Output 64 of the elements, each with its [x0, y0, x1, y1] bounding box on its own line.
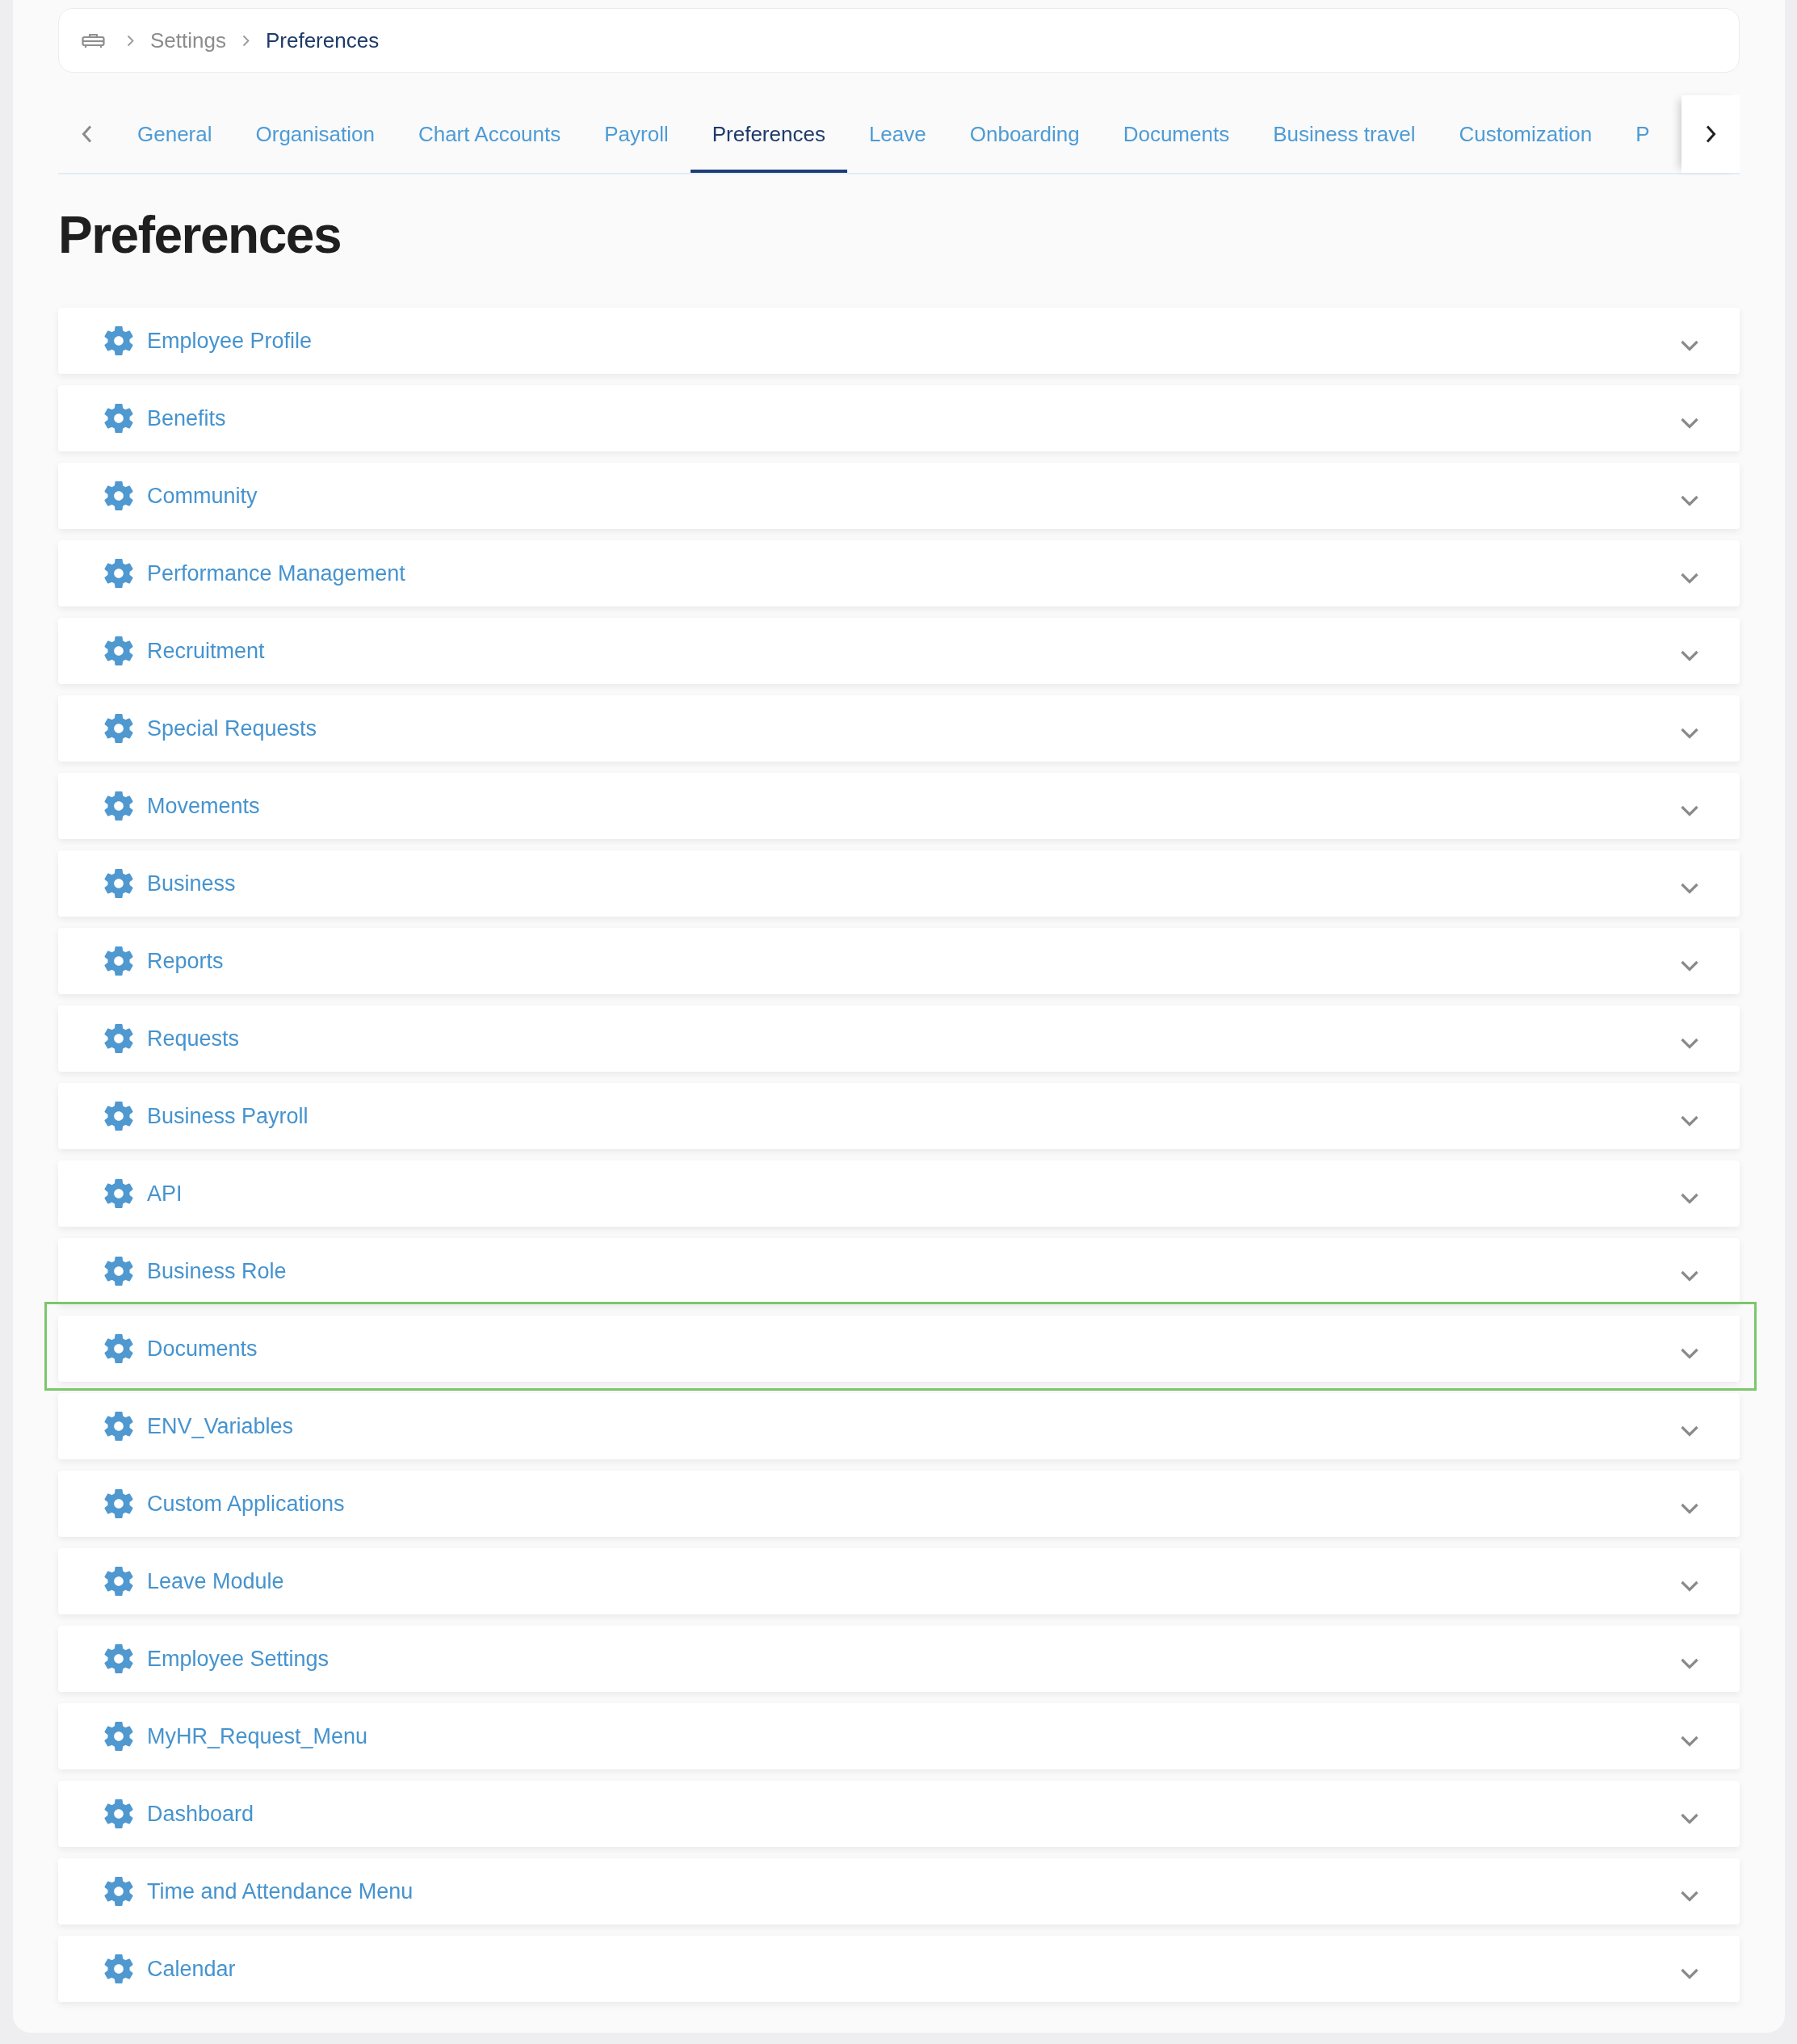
gear-icon	[104, 403, 133, 434]
gear-icon	[104, 713, 133, 744]
gear-icon	[104, 1488, 133, 1519]
gear-icon	[104, 1876, 133, 1907]
section-header[interactable]: Requests	[58, 1005, 1740, 1072]
gear-icon	[104, 868, 133, 899]
section-header[interactable]: Community	[58, 463, 1740, 529]
section-header[interactable]: Employee Profile	[58, 308, 1740, 374]
section-header[interactable]: Performance Management	[58, 540, 1740, 606]
section-header[interactable]: Employee Settings	[58, 1626, 1740, 1692]
section-header[interactable]: Custom Applications	[58, 1471, 1740, 1537]
tab[interactable]: Preferences	[690, 95, 847, 173]
gear-icon	[104, 1256, 133, 1286]
tab[interactable]: Organisation	[233, 95, 397, 173]
section-header[interactable]: Special Requests	[58, 695, 1740, 762]
section-header[interactable]: Calendar	[58, 1936, 1740, 2002]
section-header[interactable]: Time and Attendance Menu	[58, 1858, 1740, 1924]
tab[interactable]: Documents	[1101, 95, 1252, 173]
gear-icon	[104, 1333, 133, 1364]
gear-icon	[104, 558, 133, 589]
tab[interactable]: Leave	[846, 95, 948, 173]
briefcase-icon[interactable]	[82, 32, 105, 48]
section-header[interactable]: Leave Module	[58, 1548, 1740, 1614]
breadcrumb-current: Preferences	[265, 27, 380, 54]
section-header[interactable]: Business Role	[58, 1238, 1740, 1304]
section-header[interactable]: Documents	[58, 1316, 1740, 1382]
tab[interactable]: Customization	[1437, 95, 1614, 173]
chevron-right-icon	[241, 34, 250, 47]
gear-icon	[104, 1721, 133, 1752]
section-header[interactable]: Business	[58, 850, 1740, 917]
chevron-left-icon	[82, 125, 92, 143]
gear-icon	[104, 1566, 133, 1597]
gear-icon	[104, 481, 133, 511]
gear-icon	[104, 1798, 133, 1829]
section-header[interactable]: Reports	[58, 928, 1740, 994]
gear-icon	[104, 1954, 133, 1984]
tab[interactable]: Onboarding	[947, 95, 1102, 173]
tab[interactable]: General	[115, 95, 234, 173]
gear-icon	[104, 325, 133, 356]
tab[interactable]: Business travel	[1251, 95, 1438, 173]
gear-icon	[104, 1023, 133, 1054]
tab[interactable]: Chart Accounts	[396, 95, 583, 173]
section-header[interactable]: Benefits	[58, 385, 1740, 451]
section-header[interactable]: API	[58, 1161, 1740, 1227]
scroll-right-button[interactable]	[1682, 95, 1740, 173]
chevron-right-icon	[127, 34, 134, 47]
breadcrumb-link[interactable]: Settings	[150, 24, 226, 57]
gear-icon	[104, 1178, 133, 1209]
page-heading: Preferences	[58, 209, 342, 261]
gear-icon	[104, 1101, 133, 1131]
gear-icon	[104, 1643, 133, 1674]
tab[interactable]: Payroll	[582, 95, 691, 173]
section-header[interactable]: Movements	[58, 773, 1740, 839]
section-header[interactable]: ENV_Variables	[58, 1393, 1740, 1459]
gear-icon	[104, 791, 133, 821]
section-header[interactable]: MyHR_Request_Menu	[58, 1703, 1740, 1769]
section-header[interactable]: Dashboard	[58, 1781, 1740, 1847]
section-header[interactable]: Business Payroll	[58, 1083, 1740, 1149]
gear-icon	[104, 636, 133, 666]
section-header[interactable]: Recruitment	[58, 618, 1740, 684]
gear-icon	[104, 1411, 133, 1442]
tab[interactable]: P	[1614, 95, 1672, 173]
gear-icon	[104, 946, 133, 976]
chevron-right-icon	[1705, 125, 1716, 143]
